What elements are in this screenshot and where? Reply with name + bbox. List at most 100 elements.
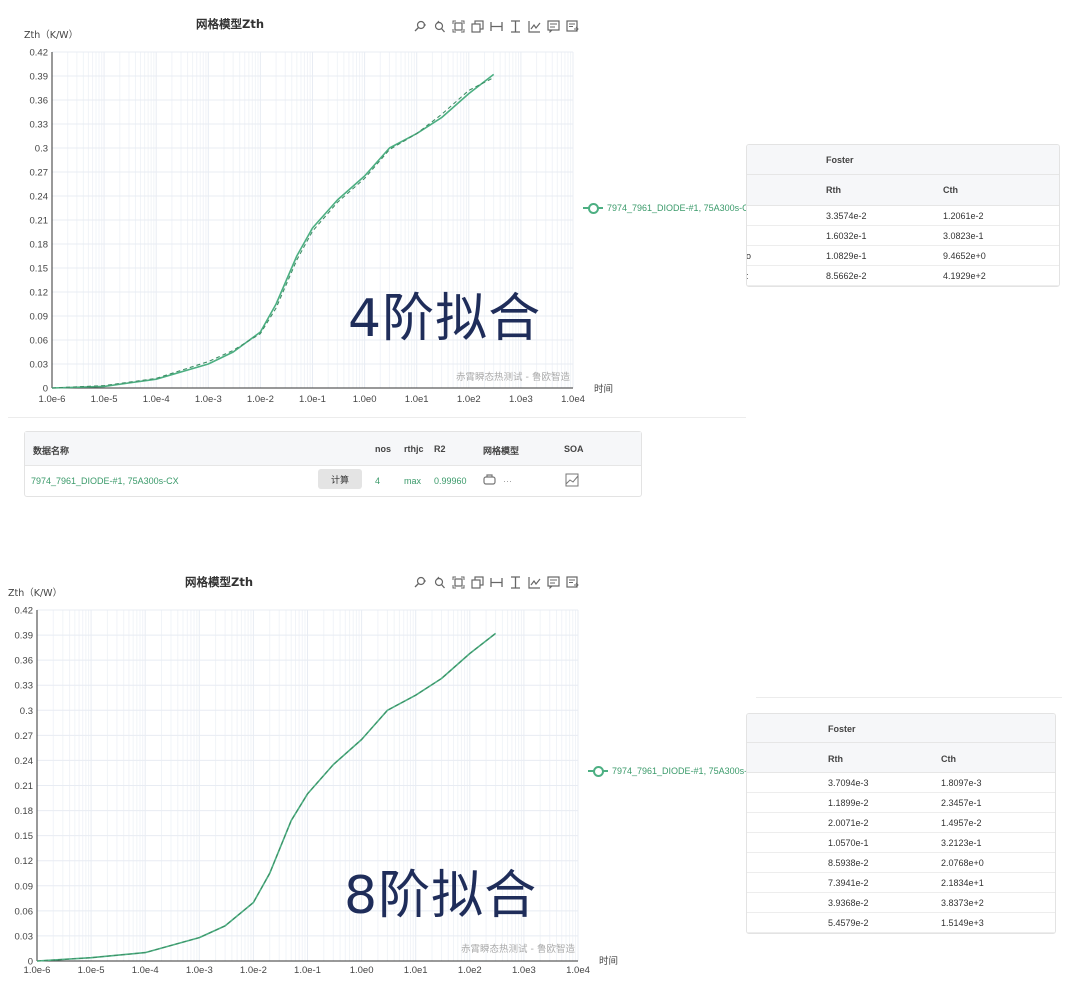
y-tick-label: 0.21 <box>15 781 34 792</box>
y-tick-label: 0.18 <box>30 240 49 251</box>
comment-icon[interactable] <box>547 19 560 33</box>
foster-rth-value: 1.0570e-1 <box>828 838 869 848</box>
x-tick-label: 1.0e1 <box>405 394 429 405</box>
x-tick-label: 1.0e-3 <box>195 394 222 405</box>
zoom-back-icon[interactable] <box>433 575 446 589</box>
x-tick-label: 1.0e-1 <box>299 394 326 405</box>
section-divider <box>8 417 746 418</box>
col-nos: nos <box>375 444 392 454</box>
calculate-button[interactable]: 计算 <box>318 469 362 489</box>
col-grid-model: 网格模型 <box>483 446 520 456</box>
foster-rth-value: 8.5938e-2 <box>828 858 869 868</box>
x-tick-label: 1.0e1 <box>404 965 428 976</box>
legend-bottom[interactable]: 7974_7961_DIODE-#1, 75A300s-CX <box>588 766 760 777</box>
x-tick-label: 1.0e-5 <box>78 965 105 976</box>
y-tick-label: 0.03 <box>15 931 34 942</box>
y-tick-label: 0.27 <box>15 731 34 742</box>
y-tick-label: 0.39 <box>15 631 34 642</box>
y-tick-label: 0.21 <box>30 216 49 227</box>
foster-cth-value: 9.4652e+0 <box>943 251 986 261</box>
y-tick-label: 0.3 <box>35 144 48 155</box>
vertical-range-icon[interactable] <box>509 575 522 589</box>
fit-order-label-top: 4阶拟合 <box>348 289 542 349</box>
row-data-name[interactable]: 7974_7961_DIODE-#1, 75A300s-CX <box>31 476 179 486</box>
grid-model-icon[interactable] <box>483 474 497 488</box>
x-tick-label: 1.0e-2 <box>240 965 267 976</box>
y-tick-label: 0.24 <box>30 192 49 203</box>
table-row: : 8.5662e-2 4.1929e+2 <box>747 266 1059 286</box>
y-tick-label: 0 <box>28 957 33 968</box>
foster-header: Foster Rth Cth <box>747 714 1055 773</box>
table-row: 1.0570e-1 3.2123e-1 <box>747 833 1055 853</box>
col-rthjc: rthjc <box>404 444 424 454</box>
fit-order-label-bottom: 8阶拟合 <box>344 866 538 926</box>
x-tick-label: 1.0e-4 <box>132 965 159 976</box>
foster-rth-value: 8.5662e-2 <box>826 271 867 281</box>
horizontal-range-icon[interactable] <box>490 19 503 33</box>
legend-marker-icon <box>583 203 603 214</box>
table-row: 8.5938e-2 2.0768e+0 <box>747 853 1055 873</box>
x-axis-label: 时间 <box>594 383 613 395</box>
table-row: 7.3941e-2 2.1834e+1 <box>747 873 1055 893</box>
x-tick-label: 1.0e2 <box>458 965 482 976</box>
foster-col-rth: Rth <box>826 185 841 195</box>
x-tick-label: 1.0e-3 <box>186 965 213 976</box>
line-chart-icon[interactable] <box>528 19 541 33</box>
export-icon[interactable] <box>566 575 579 589</box>
export-icon[interactable] <box>566 19 579 33</box>
comment-icon[interactable] <box>547 575 560 589</box>
foster-row-lead: o <box>746 251 752 261</box>
x-tick-label: 1.0e-6 <box>39 394 66 405</box>
foster-rows: 3.7094e-3 1.8097e-3 1.1899e-2 2.3457e-1 2.00… <box>747 773 1055 933</box>
table-row: 3.3574e-2 1.2061e-2 <box>747 206 1059 226</box>
chart-toolbar-bottom <box>414 575 579 589</box>
col-data-name: 数据名称 <box>33 446 70 456</box>
horizontal-range-icon[interactable] <box>490 575 503 589</box>
y-tick-label: 0.06 <box>15 906 34 917</box>
soa-icon[interactable] <box>565 473 579 489</box>
y-tick-label: 0.15 <box>15 831 34 842</box>
y-tick-label: 0.42 <box>30 48 49 59</box>
y-tick-label: 0.12 <box>15 856 34 867</box>
vertical-range-icon[interactable] <box>509 19 522 33</box>
zoom-select-icon[interactable] <box>414 575 427 589</box>
copy-icon[interactable] <box>471 575 484 589</box>
x-tick-label: 1.0e-1 <box>294 965 321 976</box>
foster-cth-value: 1.5149e+3 <box>941 918 984 928</box>
legend-label: 7974_7961_DIODE-#1, 75A300s-CX <box>607 203 755 213</box>
watermark-text: 赤霄瞬态热测试 - 鲁欧智造 <box>456 371 570 383</box>
zoom-select-icon[interactable] <box>414 19 427 33</box>
col-r2: R2 <box>434 444 446 454</box>
line-chart-icon[interactable] <box>528 575 541 589</box>
y-tick-label: 0.42 <box>15 606 34 617</box>
x-tick-label: 1.0e4 <box>566 965 590 976</box>
row-rthjc: max <box>404 476 422 486</box>
y-axis-label: Zth（K/W） <box>8 587 62 599</box>
x-tick-label: 1.0e-2 <box>247 394 274 405</box>
row-r2: 0.99960 <box>434 476 467 486</box>
zoom-fit-icon[interactable] <box>452 575 465 589</box>
legend-top[interactable]: 7974_7961_DIODE-#1, 75A300s-CX <box>583 203 755 214</box>
y-tick-label: 0.09 <box>15 881 34 892</box>
foster-title: Foster <box>828 724 856 734</box>
table-row: 1.1899e-2 2.3457e-1 <box>747 793 1055 813</box>
foster-cth-value: 2.0768e+0 <box>941 858 984 868</box>
y-tick-label: 0.33 <box>30 120 49 131</box>
x-tick-label: 1.0e-4 <box>143 394 170 405</box>
y-tick-label: 0.39 <box>30 72 49 83</box>
x-tick-label: 1.0e3 <box>509 394 533 405</box>
y-tick-label: 0.3 <box>20 706 33 717</box>
foster-row-lead: : <box>746 271 749 281</box>
zoom-fit-icon[interactable] <box>452 19 465 33</box>
zoom-back-icon[interactable] <box>433 19 446 33</box>
foster-rth-value: 3.3574e-2 <box>826 211 867 221</box>
foster-rth-value: 7.3941e-2 <box>828 878 869 888</box>
copy-icon[interactable] <box>471 19 484 33</box>
y-tick-label: 0.36 <box>15 656 34 667</box>
y-tick-label: 0.24 <box>15 756 34 767</box>
foster-cth-value: 1.4957e-2 <box>941 818 982 828</box>
table-row: 3.9368e-2 3.8373e+2 <box>747 893 1055 913</box>
foster-cth-value: 2.1834e+1 <box>941 878 984 888</box>
foster-rth-value: 5.4579e-2 <box>828 918 869 928</box>
foster-cth-value: 1.2061e-2 <box>943 211 984 221</box>
